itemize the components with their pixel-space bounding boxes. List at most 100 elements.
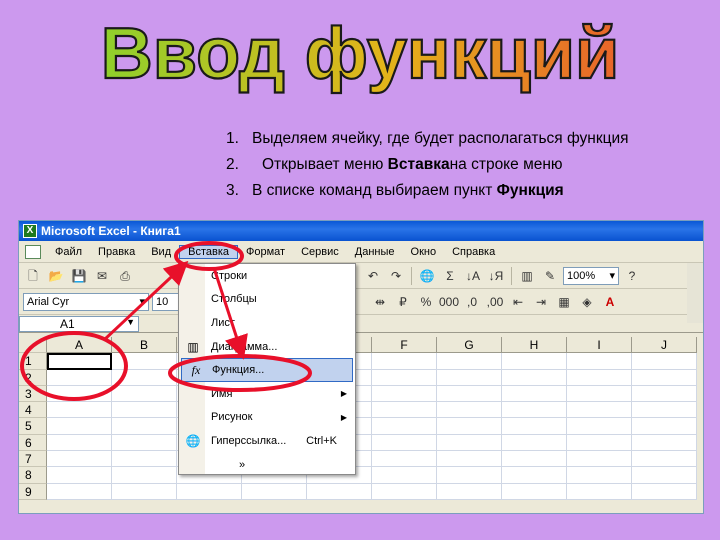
cell[interactable] (112, 385, 177, 403)
cell[interactable] (437, 483, 502, 500)
new-icon[interactable]: 🗋 (23, 267, 43, 285)
cell[interactable] (242, 483, 307, 500)
row-header[interactable]: 6 (19, 434, 47, 452)
column-header[interactable]: B (112, 337, 177, 354)
row-header[interactable]: 4 (19, 402, 47, 419)
cell[interactable] (437, 434, 502, 452)
permission-icon[interactable]: ✉ (92, 267, 112, 285)
zoom-select[interactable]: 100% ▾ (563, 266, 619, 285)
cell[interactable] (112, 434, 177, 452)
open-icon[interactable]: 📂 (46, 267, 66, 285)
cell[interactable] (502, 483, 567, 500)
increase-decimal-icon[interactable]: ,0 (462, 293, 482, 311)
column-header[interactable]: A (47, 337, 112, 354)
help-icon[interactable]: ? (622, 267, 642, 285)
column-header[interactable]: I (567, 337, 632, 354)
cell[interactable] (632, 369, 697, 386)
print-icon[interactable]: ⎙ (115, 267, 135, 285)
menu-item-name[interactable]: Имя ▶ (179, 382, 355, 406)
decrease-decimal-icon[interactable]: ,00 (485, 293, 505, 311)
menu-item-sheet[interactable]: Лист (179, 311, 355, 335)
borders-icon[interactable]: ▦ (554, 293, 574, 311)
column-header[interactable]: J (632, 337, 697, 354)
name-box[interactable]: A1 ▼ (19, 315, 139, 332)
menu-edit[interactable]: Правка (90, 246, 143, 258)
cell[interactable] (502, 467, 567, 484)
row-header[interactable]: 1 (19, 353, 47, 370)
menu-view[interactable]: Вид (143, 246, 179, 258)
menu-expand-chevron[interactable]: » (179, 453, 355, 477)
cell[interactable] (502, 418, 567, 435)
cell[interactable] (437, 385, 502, 403)
cell[interactable] (437, 451, 502, 468)
cell[interactable] (567, 451, 632, 468)
decrease-indent-icon[interactable]: ⇤ (508, 293, 528, 311)
cell[interactable] (47, 402, 112, 419)
cell[interactable] (372, 467, 437, 484)
cell[interactable] (372, 418, 437, 435)
cell[interactable] (567, 402, 632, 419)
cell[interactable] (632, 467, 697, 484)
increase-indent-icon[interactable]: ⇥ (531, 293, 551, 311)
cell[interactable] (47, 451, 112, 468)
menu-item-rows[interactable]: Строки (179, 264, 355, 288)
cell[interactable] (632, 434, 697, 452)
row-header[interactable]: 2 (19, 369, 47, 386)
hyperlink-icon[interactable]: 🌐 (417, 267, 437, 285)
cell[interactable] (307, 483, 372, 500)
cell[interactable] (47, 434, 112, 452)
menu-insert[interactable]: Вставка (179, 244, 239, 259)
cell[interactable] (502, 451, 567, 468)
cell[interactable] (372, 434, 437, 452)
percent-icon[interactable]: % (416, 293, 436, 311)
cell[interactable] (437, 402, 502, 419)
cell[interactable] (112, 402, 177, 419)
menu-tools[interactable]: Сервис (293, 246, 347, 258)
cell[interactable] (372, 353, 437, 370)
cell[interactable] (47, 467, 112, 484)
cell[interactable] (567, 369, 632, 386)
menu-help[interactable]: Справка (444, 246, 503, 258)
cell[interactable] (112, 369, 177, 386)
cell[interactable] (502, 402, 567, 419)
row-header[interactable]: 5 (19, 418, 47, 435)
cell[interactable] (372, 451, 437, 468)
cell[interactable] (567, 418, 632, 435)
cell-a1-selected[interactable] (47, 353, 112, 370)
cell[interactable] (437, 353, 502, 370)
menu-item-function[interactable]: fx Функция... (181, 358, 353, 382)
row-header[interactable]: 7 (19, 451, 47, 468)
menu-item-columns[interactable]: Столбцы (179, 288, 355, 312)
cell[interactable] (632, 385, 697, 403)
cell[interactable] (112, 467, 177, 484)
merge-center-icon[interactable]: ⇹ (370, 293, 390, 311)
sort-descending-icon[interactable]: ↓Я (486, 267, 506, 285)
undo-icon[interactable]: ↶ (363, 267, 383, 285)
menu-item-chart[interactable]: ▥ Диаграмма... (179, 335, 355, 359)
row-header[interactable]: 8 (19, 467, 47, 484)
cell[interactable] (372, 402, 437, 419)
chart-wizard-icon[interactable]: ▥ (517, 267, 537, 285)
cell[interactable] (437, 369, 502, 386)
fill-color-icon[interactable]: ◈ (577, 293, 597, 311)
cell[interactable] (567, 385, 632, 403)
menu-format[interactable]: Формат (238, 246, 293, 258)
column-header[interactable]: H (502, 337, 567, 354)
cell[interactable] (632, 353, 697, 370)
column-header[interactable]: G (437, 337, 502, 354)
menu-item-picture[interactable]: Рисунок ▶ (179, 406, 355, 430)
cell[interactable] (47, 369, 112, 386)
menu-window[interactable]: Окно (403, 246, 445, 258)
thousands-icon[interactable]: 000 (439, 293, 459, 311)
drawing-icon[interactable]: ✎ (540, 267, 560, 285)
menu-data[interactable]: Данные (347, 246, 403, 258)
cell[interactable] (112, 418, 177, 435)
column-header[interactable]: F (372, 337, 437, 354)
autosum-icon[interactable]: Σ (440, 267, 460, 285)
cell[interactable] (372, 483, 437, 500)
row-header[interactable]: 9 (19, 483, 47, 500)
menu-file[interactable]: Файл (47, 246, 90, 258)
cell[interactable] (632, 451, 697, 468)
cell[interactable] (112, 353, 177, 370)
cell[interactable] (502, 353, 567, 370)
